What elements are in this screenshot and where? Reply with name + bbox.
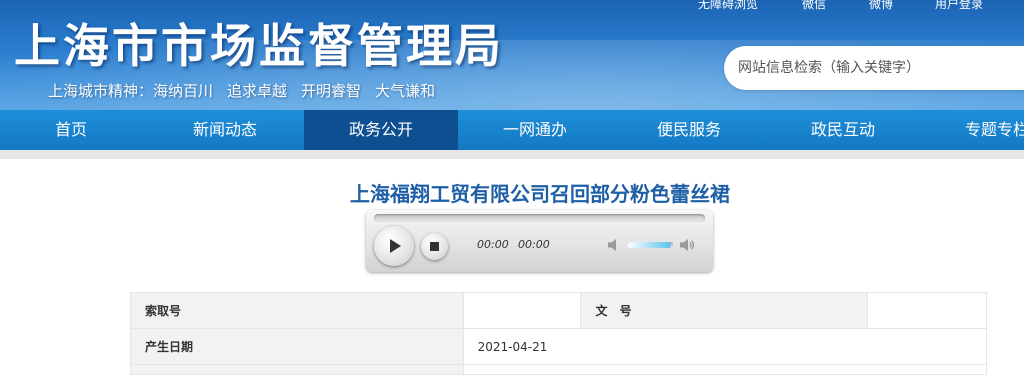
nav-item-news[interactable]: 新闻动态 bbox=[148, 110, 302, 150]
date-value: 2021-04-21 bbox=[462, 328, 988, 365]
login-link[interactable]: 用户登录 bbox=[935, 0, 983, 12]
article-title: 上海福翔工贸有限公司召回部分粉色蕾丝裙 bbox=[350, 182, 730, 206]
nav-item-gov-affairs[interactable]: 政务公开 bbox=[304, 110, 458, 150]
index-number-label: 索取号 bbox=[130, 292, 464, 329]
site-search bbox=[724, 46, 1024, 90]
volume-max-icon[interactable] bbox=[679, 238, 695, 252]
stop-button[interactable] bbox=[421, 233, 448, 260]
wechat-link[interactable]: 微信 bbox=[802, 0, 826, 12]
table-row: 产生日期 2021-04-21 bbox=[130, 328, 988, 365]
accessibility-link[interactable]: 无障碍浏览 bbox=[698, 0, 758, 12]
city-spirit-item: 开明睿智 bbox=[301, 82, 362, 100]
date-label: 产生日期 bbox=[130, 328, 464, 365]
play-button[interactable] bbox=[374, 226, 414, 266]
weibo-link[interactable]: 微博 bbox=[869, 0, 893, 12]
document-metadata-table: 索取号 文号 产生日期 2021-04-21 bbox=[130, 292, 988, 375]
table-row: 索取号 文号 bbox=[130, 292, 987, 329]
city-spirit-label: 上海城市精神： bbox=[48, 82, 154, 100]
table-row bbox=[130, 364, 988, 375]
volume-slider[interactable] bbox=[627, 242, 673, 248]
audio-progress-track[interactable] bbox=[374, 214, 705, 222]
current-time: 00:00 bbox=[477, 238, 509, 251]
nav-item-public-services[interactable]: 便民服务 bbox=[612, 110, 766, 150]
main-nav: 首页 新闻动态 政务公开 一网通办 便民服务 政民互动 专题专栏 bbox=[0, 110, 1024, 150]
nav-item-home[interactable]: 首页 bbox=[0, 110, 148, 150]
duration: 00:00 bbox=[518, 238, 550, 251]
nav-item-special-topics[interactable]: 专题专栏 bbox=[920, 110, 1024, 150]
mute-icon[interactable] bbox=[607, 238, 623, 252]
city-spirit: 上海城市精神：海纳百川 追求卓越 开明睿智 大气谦和 bbox=[48, 80, 449, 101]
document-number-label: 文号 bbox=[580, 292, 869, 329]
site-title[interactable]: 上海市市场监督管理局 bbox=[14, 10, 504, 76]
index-number-value bbox=[462, 292, 582, 329]
audio-player: 00:00 00:00 bbox=[366, 210, 713, 272]
nav-item-online-services[interactable]: 一网通办 bbox=[458, 110, 612, 150]
play-icon bbox=[390, 239, 401, 253]
table-cell bbox=[130, 364, 464, 375]
search-input[interactable] bbox=[738, 57, 1018, 79]
city-spirit-item: 大气谦和 bbox=[375, 82, 436, 100]
site-banner: 无障碍浏览 微信 微博 用户登录 上海市市场监督管理局 上海城市精神：海纳百川追… bbox=[0, 0, 1024, 110]
city-spirit-item: 海纳百川 bbox=[153, 82, 214, 100]
table-cell bbox=[462, 364, 988, 375]
stop-icon bbox=[430, 242, 439, 251]
document-number-value bbox=[867, 292, 987, 329]
nav-item-interaction[interactable]: 政民互动 bbox=[766, 110, 920, 150]
nav-subbar bbox=[0, 150, 1024, 159]
city-spirit-item: 追求卓越 bbox=[227, 82, 288, 100]
volume-level bbox=[627, 242, 671, 248]
